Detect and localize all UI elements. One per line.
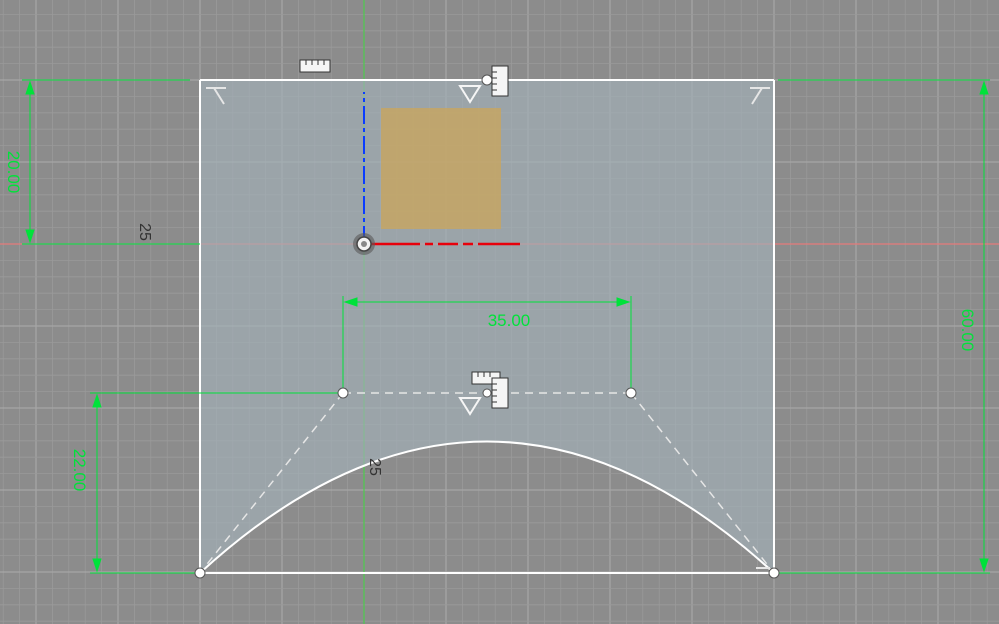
point-bottom-right	[768, 567, 780, 579]
point-construction-left	[337, 387, 349, 399]
dimension-left-height-value[interactable]: 20.00	[4, 151, 23, 194]
perpendicular-constraint-icon[interactable]	[491, 65, 509, 97]
marker-25-arc: 25	[366, 458, 383, 476]
point-top-mid	[481, 74, 493, 86]
point-construction-right	[625, 387, 637, 399]
view-cube-face[interactable]	[381, 108, 501, 229]
perpendicular-constraint-icon-2[interactable]	[491, 377, 509, 409]
dimension-span-width-value[interactable]: 35.00	[488, 311, 531, 330]
point-construction-mid	[482, 388, 492, 398]
dimension-right-height-value[interactable]: 60.00	[958, 309, 977, 352]
origin-point[interactable]	[353, 233, 375, 255]
marker-25-left: 25	[136, 223, 153, 241]
dimension-arc-height-value[interactable]: 22.00	[70, 449, 89, 492]
horizontal-constraint-icon[interactable]	[299, 59, 331, 73]
sketch-canvas[interactable]: 20.00 60.00 35.00 22.00 25 25	[0, 0, 999, 624]
point-bottom-left	[194, 567, 206, 579]
